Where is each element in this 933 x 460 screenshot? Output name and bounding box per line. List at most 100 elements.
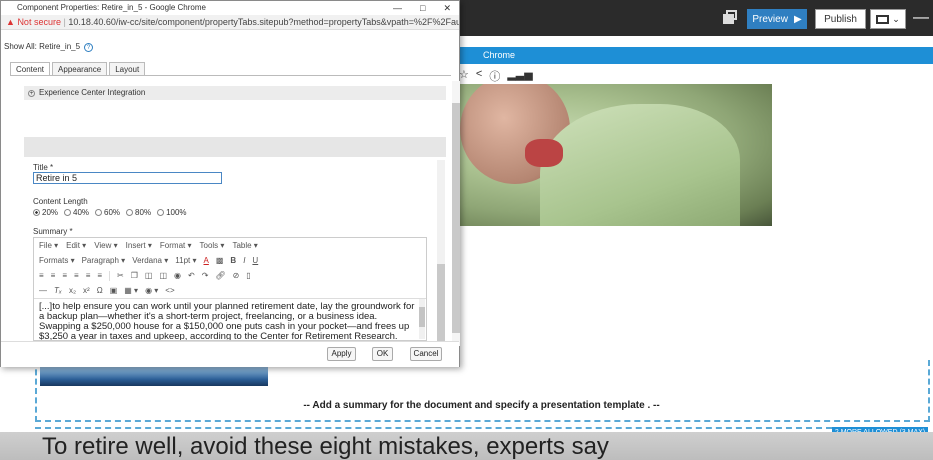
device-preview-dropdown[interactable]: ⌄: [870, 9, 906, 29]
subscript-icon[interactable]: x₂: [69, 284, 76, 298]
align-center-icon[interactable]: ≡: [74, 269, 79, 283]
font-size-dropdown[interactable]: 11pt ▾: [175, 254, 196, 268]
help-icon[interactable]: ?: [84, 43, 94, 52]
content-length-20[interactable]: 20%: [33, 208, 58, 217]
source-code-icon[interactable]: <>: [165, 284, 174, 298]
article-headline: To retire well, avoid these eight mistak…: [42, 433, 609, 460]
minimize-icon[interactable]: —: [393, 1, 402, 15]
formats-dropdown[interactable]: Formats ▾: [39, 254, 75, 268]
url-text: 10.18.40.60/iw-cc/site/component/propert…: [68, 17, 459, 27]
tab-appearance[interactable]: Appearance: [52, 62, 108, 75]
component-divider: [35, 427, 832, 429]
expand-icon: +: [28, 90, 35, 97]
tab-content[interactable]: Content: [10, 62, 51, 75]
info-icon[interactable]: ⓘ: [489, 68, 500, 84]
not-secure-label: Not secure: [17, 17, 61, 27]
bullet-list-icon[interactable]: ≡: [39, 269, 44, 283]
italic-icon[interactable]: I: [243, 254, 245, 268]
chart-icon[interactable]: ▂▃▅: [507, 68, 532, 84]
title-input[interactable]: [33, 172, 222, 184]
horizontal-rule-icon[interactable]: —: [39, 284, 47, 298]
editor-menubar: File ▾ Edit ▾ View ▾ Insert ▾ Format ▾ T…: [34, 238, 426, 253]
section-label: Experience Center Integration: [39, 88, 146, 97]
summary-placeholder: -- Add a summary for the document and sp…: [303, 400, 660, 411]
image-icon[interactable]: ▣: [110, 284, 118, 298]
show-all-link[interactable]: Show All: Retire_in_5?: [1, 42, 94, 52]
content-length-80[interactable]: 80%: [126, 208, 151, 217]
special-char-icon[interactable]: Ω: [97, 284, 103, 298]
media-icon[interactable]: ◉ ▾: [145, 284, 158, 298]
copy-icon[interactable]: ❐: [131, 269, 138, 283]
menu-view[interactable]: View ▾: [94, 238, 117, 253]
redo-icon[interactable]: ↷: [202, 269, 209, 283]
warning-icon: ▲: [6, 17, 15, 27]
bg-color-icon[interactable]: ▩: [216, 254, 224, 268]
apply-button[interactable]: Apply: [327, 347, 356, 361]
publish-button[interactable]: Publish: [815, 9, 866, 29]
editor-toolbar-1: Formats ▾ Paragraph ▾ Verdana ▾ 11pt ▾ A…: [34, 254, 426, 268]
paste-text-icon[interactable]: ◫: [159, 269, 167, 283]
cancel-button[interactable]: Cancel: [410, 347, 442, 361]
superscript-icon[interactable]: x²: [83, 284, 90, 298]
text-color-icon[interactable]: A: [204, 254, 209, 268]
panel-scrollbar[interactable]: [437, 160, 445, 341]
window-scrollbar[interactable]: [452, 81, 460, 346]
share-toolbar: ☆ < ⓘ ▂▃▅: [459, 68, 533, 84]
layers-icon[interactable]: [723, 10, 737, 24]
menu-table[interactable]: Table ▾: [232, 238, 257, 253]
underline-icon[interactable]: U: [252, 254, 258, 268]
hero-image: [455, 84, 772, 226]
star-icon[interactable]: ☆: [459, 68, 469, 84]
show-all-label: Show All: Retire_in_5: [4, 42, 81, 51]
editor-toolbar-3: — Tₓ x₂ x² Ω ▣ ▦ ▾ ◉ ▾ <>: [34, 284, 426, 298]
unlink-icon[interactable]: ⊘: [233, 269, 240, 283]
bookmark-icon[interactable]: ▯: [246, 269, 250, 283]
clear-format-icon[interactable]: Tₓ: [54, 284, 62, 298]
maximize-icon[interactable]: □: [420, 1, 425, 15]
bold-icon[interactable]: B: [230, 254, 236, 268]
window-controls: — □ ✕: [393, 1, 451, 15]
window-title: Component Properties: Retire_in_5 - Goog…: [1, 1, 459, 15]
menu-tools[interactable]: Tools ▾: [200, 238, 225, 253]
paste-icon[interactable]: ◫: [145, 269, 153, 283]
chrome-bar: Chrome: [455, 47, 933, 64]
preview-button[interactable]: Preview ▶: [747, 9, 807, 29]
menu-insert[interactable]: Insert ▾: [126, 238, 152, 253]
close-icon[interactable]: ✕: [443, 1, 451, 15]
align-justify-icon[interactable]: ≡: [97, 269, 102, 283]
find-icon[interactable]: ◉: [174, 269, 181, 283]
collapse-icon[interactable]: —: [911, 9, 931, 29]
undo-icon[interactable]: ↶: [188, 269, 195, 283]
address-bar[interactable]: ▲ Not secure | 10.18.40.60/iw-cc/site/co…: [1, 15, 459, 30]
tab-layout[interactable]: Layout: [109, 62, 146, 75]
paragraph-dropdown[interactable]: Paragraph ▾: [82, 254, 126, 268]
font-dropdown[interactable]: Verdana ▾: [132, 254, 168, 268]
menu-format[interactable]: Format ▾: [160, 238, 192, 253]
table-icon[interactable]: ▦ ▾: [124, 284, 138, 298]
section-header-block: [24, 137, 446, 157]
content-length-options: 20% 40% 60% 80% 100%: [33, 208, 187, 217]
experience-center-section[interactable]: + Experience Center Integration: [24, 86, 446, 100]
editor-scrollbar[interactable]: [419, 299, 425, 339]
component-properties-window: Component Properties: Retire_in_5 - Goog…: [0, 0, 460, 367]
content-length-40[interactable]: 40%: [64, 208, 89, 217]
properties-tabs: Content Appearance Layout: [10, 62, 146, 75]
content-length-100[interactable]: 100%: [157, 208, 187, 217]
ok-button[interactable]: OK: [372, 347, 393, 361]
monitor-icon: [876, 14, 890, 24]
menu-edit[interactable]: Edit ▾: [66, 238, 86, 253]
align-left-icon[interactable]: ≡: [62, 269, 67, 283]
title-label: Title *: [33, 163, 54, 172]
share-icon[interactable]: <: [476, 68, 482, 84]
link-icon[interactable]: 🔗︎: [215, 269, 225, 283]
chevron-down-icon: ⌄: [892, 13, 900, 24]
align-right-icon[interactable]: ≡: [86, 269, 91, 283]
cut-icon[interactable]: ✂: [117, 269, 124, 283]
content-length-label: Content Length: [33, 197, 88, 206]
numbered-list-icon[interactable]: ≡: [51, 269, 56, 283]
summary-content[interactable]: [...]to help ensure you can work until y…: [34, 298, 426, 340]
content-length-60[interactable]: 60%: [95, 208, 120, 217]
summary-editor: File ▾ Edit ▾ View ▾ Insert ▾ Format ▾ T…: [33, 237, 427, 341]
editor-toolbar-2: ≡ ≡ ≡ ≡ ≡ ≡ ✂ ❐ ◫ ◫ ◉ ↶ ↷ 🔗︎ ⊘ ▯: [34, 269, 426, 283]
menu-file[interactable]: File ▾: [39, 238, 58, 253]
